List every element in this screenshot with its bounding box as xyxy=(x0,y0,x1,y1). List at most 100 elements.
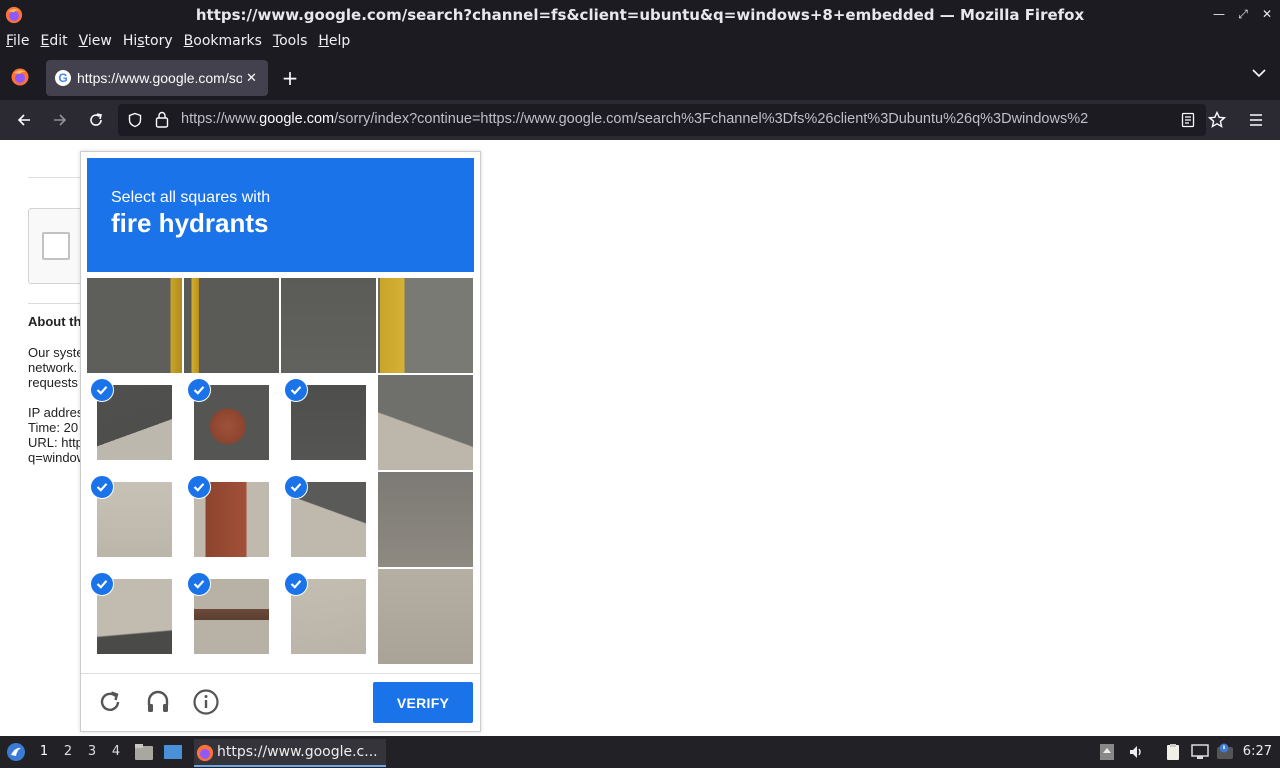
menu-file[interactable]: File xyxy=(6,33,29,49)
menu-help[interactable]: Help xyxy=(318,33,350,49)
tab-title: https://www.google.com/sorry/index xyxy=(77,70,242,86)
lock-icon[interactable] xyxy=(155,111,169,128)
captcha-tile[interactable] xyxy=(378,472,473,567)
info-icon[interactable] xyxy=(192,688,220,716)
page-text: q=window xyxy=(28,450,87,465)
footer-divider xyxy=(81,673,480,674)
tab-close-icon[interactable]: ✕ xyxy=(246,71,257,86)
taskbar-window-label: https://www.google.c... xyxy=(217,744,378,760)
selected-check-icon xyxy=(284,572,308,596)
maximize-icon[interactable]: ⤢ xyxy=(1236,6,1250,22)
captcha-tile[interactable] xyxy=(281,375,376,470)
recaptcha-checkbox[interactable] xyxy=(42,232,70,260)
captcha-tile[interactable] xyxy=(378,375,473,470)
url-bar[interactable]: https://www.google.com/sorry/index?conti… xyxy=(118,104,1206,136)
app-menu-icon[interactable] xyxy=(1244,108,1268,132)
new-tab-icon[interactable]: + xyxy=(280,66,300,90)
notification-icon[interactable] xyxy=(1216,743,1234,761)
selected-check-icon xyxy=(187,378,211,402)
captcha-tile-image xyxy=(378,278,473,373)
menu-bar: File Edit View History Bookmarks Tools H… xyxy=(0,30,1280,52)
google-favicon-icon: G xyxy=(55,70,71,86)
captcha-tile[interactable] xyxy=(184,278,279,373)
selected-check-icon xyxy=(187,572,211,596)
clipboard-icon[interactable] xyxy=(1164,743,1182,761)
start-menu-icon[interactable] xyxy=(6,742,26,762)
about-heading: About th xyxy=(28,314,82,329)
firefox-view-icon[interactable] xyxy=(10,67,30,87)
window-title: https://www.google.com/search?channel=fs… xyxy=(195,6,1085,24)
menu-edit[interactable]: Edit xyxy=(40,33,67,49)
divider xyxy=(28,303,88,304)
captcha-tile[interactable] xyxy=(184,472,279,567)
selected-check-icon xyxy=(90,572,114,596)
captcha-header: Select all squares with fire hydrants xyxy=(87,158,474,272)
clock: 6:27 xyxy=(1242,744,1272,759)
taskbar-window-firefox[interactable]: https://www.google.c... xyxy=(194,739,386,767)
audio-challenge-icon[interactable] xyxy=(144,688,172,716)
workspace-3[interactable]: 3 xyxy=(84,744,100,759)
recaptcha-widget xyxy=(28,208,88,284)
file-manager-icon[interactable] xyxy=(134,743,154,761)
url-text: https://www.google.com/sorry/index?conti… xyxy=(181,111,1089,127)
reload-challenge-icon[interactable] xyxy=(96,688,124,716)
captcha-instruction: Select all squares with xyxy=(111,189,271,206)
captcha-target: fire hydrants xyxy=(111,208,269,238)
captcha-tile-image xyxy=(184,278,279,373)
captcha-tile[interactable] xyxy=(87,472,182,567)
taskbar: 1 2 3 4 https://www.google.c... 6:27 xyxy=(0,736,1280,768)
desktop-icon[interactable] xyxy=(163,743,183,761)
captcha-tile[interactable] xyxy=(184,375,279,470)
page-text: URL: http xyxy=(28,435,83,450)
selected-check-icon xyxy=(284,378,308,402)
firefox-icon xyxy=(196,744,214,762)
bookmark-star-icon[interactable] xyxy=(1205,108,1229,132)
close-icon[interactable]: ✕ xyxy=(1260,6,1274,22)
captcha-tile[interactable] xyxy=(87,278,182,373)
firefox-icon xyxy=(5,6,23,24)
volume-icon[interactable] xyxy=(1127,743,1145,761)
page-text: Time: 20 xyxy=(28,420,79,435)
captcha-tile[interactable] xyxy=(378,569,473,664)
captcha-tile[interactable] xyxy=(378,278,473,373)
minimize-icon[interactable]: — xyxy=(1212,6,1226,22)
title-bar: https://www.google.com/search?channel=fs… xyxy=(0,0,1280,30)
captcha-tile-image xyxy=(87,278,182,373)
captcha-tile[interactable] xyxy=(87,569,182,664)
list-all-tabs-icon[interactable] xyxy=(1252,68,1266,78)
reader-view-icon[interactable] xyxy=(1181,112,1195,128)
captcha-tile-image xyxy=(378,375,473,470)
captcha-tile-image xyxy=(378,569,473,664)
shield-icon[interactable] xyxy=(127,112,143,128)
workspace-2[interactable]: 2 xyxy=(60,744,76,759)
captcha-tile-image xyxy=(378,472,473,567)
menu-tools[interactable]: Tools xyxy=(273,33,308,49)
captcha-tile[interactable] xyxy=(281,278,376,373)
menu-view[interactable]: View xyxy=(79,33,112,49)
selected-check-icon xyxy=(90,475,114,499)
workspace-1[interactable]: 1 xyxy=(36,744,52,759)
back-icon[interactable] xyxy=(12,108,36,132)
captcha-tile[interactable] xyxy=(87,375,182,470)
divider xyxy=(28,177,88,178)
captcha-challenge: Select all squares with fire hydrants VE… xyxy=(80,151,481,732)
selected-check-icon xyxy=(284,475,308,499)
selected-check-icon xyxy=(187,475,211,499)
menu-history[interactable]: History xyxy=(123,33,173,49)
captcha-tile-image xyxy=(281,278,376,373)
captcha-tile[interactable] xyxy=(281,472,376,567)
tray-arrow-icon[interactable] xyxy=(1098,743,1116,761)
forward-icon[interactable] xyxy=(48,108,72,132)
captcha-tile[interactable] xyxy=(184,569,279,664)
captcha-image-grid xyxy=(87,278,474,665)
captcha-tile[interactable] xyxy=(281,569,376,664)
network-icon[interactable] xyxy=(1191,743,1209,761)
page-text: IP addres xyxy=(28,405,84,420)
page-text: Our syste xyxy=(28,345,84,360)
menu-bookmarks[interactable]: Bookmarks xyxy=(184,33,262,49)
reload-icon[interactable] xyxy=(84,108,108,132)
workspace-4[interactable]: 4 xyxy=(108,744,124,759)
page-text: network. xyxy=(28,360,78,375)
verify-button[interactable]: VERIFY xyxy=(373,682,473,723)
tab-google[interactable]: G https://www.google.com/sorry/index ✕ xyxy=(46,60,268,96)
